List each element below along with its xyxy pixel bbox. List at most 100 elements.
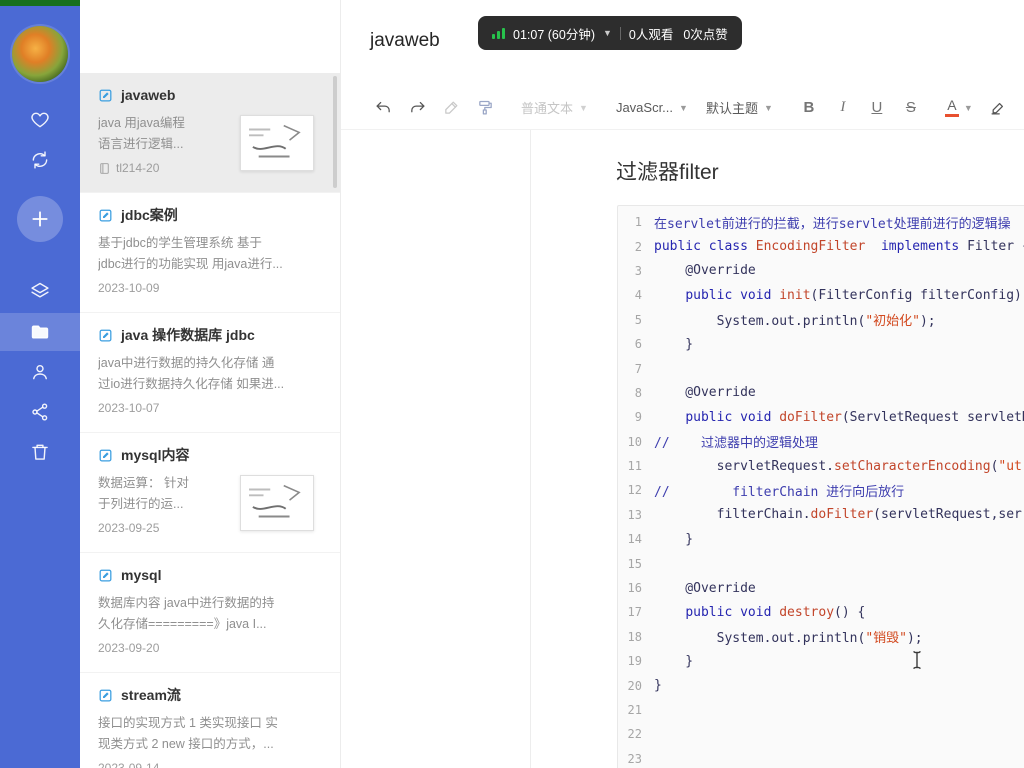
note-title: java 操作数据库 jdbc: [121, 327, 255, 343]
editor-toolbar: 普通文本 ▼ JavaScr... ▼ 默认主题 ▼ B I U S A ▼: [341, 86, 1024, 130]
note-edit-icon: [98, 568, 113, 583]
app-window: javaweb java 用java编程 语言进行逻辑... tl214-20 jdbc…: [0, 0, 1024, 768]
layers-icon[interactable]: [0, 274, 80, 308]
highlighter-icon[interactable]: [987, 96, 1011, 120]
line-number: 15: [627, 556, 642, 571]
note-edit-icon: [98, 688, 113, 703]
code-line: 13 filterChain.doFilter(servletRequest,s…: [618, 503, 1024, 527]
notebook-icon: [98, 162, 111, 175]
chevron-down-icon: ▼: [679, 102, 688, 113]
note-list-item[interactable]: mysql 数据库内容 java中进行数据的持 久化存储=========》java…: [80, 553, 340, 673]
pen-tool-icon[interactable]: [439, 96, 463, 120]
code-line: 10// 过滤器中的逻辑处理: [618, 430, 1024, 454]
code-line: 4 public void init(FilterConfig filterCo…: [618, 283, 1024, 307]
note-list-item[interactable]: stream流 接口的实现方式 1 类实现接口 实现类方式 2 new 接口的方式…: [80, 673, 340, 768]
code-line: 1 在servlet前进行的拦截，进行servlet处理前进行的逻辑操: [618, 210, 1024, 234]
line-number: 22: [627, 727, 642, 742]
avatar[interactable]: [12, 26, 68, 82]
pill-divider: [619, 26, 621, 40]
italic-button[interactable]: I: [831, 96, 855, 120]
line-number: 2: [634, 239, 642, 254]
code-line: 22: [618, 722, 1024, 746]
note-list-item[interactable]: mysql内容 数据运算： 针对 于列进行的运... 2023-09-25: [80, 433, 340, 553]
note-header-title[interactable]: javaweb: [370, 30, 440, 52]
line-number: 7: [634, 361, 642, 376]
note-snippet: java中进行数据的持久化存储 通过io进行数据持久化存储 如果进...: [98, 356, 285, 391]
code-line: 8 @Override: [618, 381, 1024, 405]
live-status-pill[interactable]: 01:07 (60分钟) ▼ 0人观看 0次点赞: [478, 16, 742, 50]
note-list-panel: javaweb java 用java编程 语言进行逻辑... tl214-20 jdbc…: [80, 0, 341, 768]
code-line: 17 public void destroy() {: [618, 600, 1024, 624]
code-line: 6 }: [618, 332, 1024, 356]
note-title: jdbc案例: [121, 207, 178, 223]
chevron-down-icon[interactable]: ▼: [603, 28, 612, 38]
signal-bars-icon: [492, 27, 505, 39]
list-scrollbar[interactable]: [333, 76, 337, 188]
note-list-item[interactable]: javaweb java 用java编程 语言进行逻辑... tl214-20: [80, 73, 340, 193]
line-number: 14: [627, 532, 642, 547]
note-thumbnail: [240, 475, 314, 531]
add-note-button[interactable]: [17, 196, 63, 242]
line-number: 17: [627, 605, 642, 620]
line-number: 19: [627, 654, 642, 669]
note-list: javaweb java 用java编程 语言进行逻辑... tl214-20 jdbc…: [80, 73, 340, 768]
note-snippet: 接口的实现方式 1 类实现接口 实现类方式 2 new 接口的方式，...: [98, 716, 278, 751]
note-edit-icon: [98, 88, 113, 103]
note-list-item[interactable]: java 操作数据库 jdbc java中进行数据的持久化存储 通过io进行数据持…: [80, 313, 340, 433]
chevron-down-icon: ▼: [579, 102, 588, 113]
note-date: 2023-10-09: [98, 281, 160, 295]
note-date: 2023-10-07: [98, 401, 160, 415]
paragraph-style-value: 普通文本: [521, 101, 574, 116]
paragraph-style-select[interactable]: 普通文本 ▼: [521, 98, 588, 117]
redo-button[interactable]: [405, 96, 429, 120]
line-number: 3: [634, 263, 642, 278]
line-number: 12: [627, 483, 642, 498]
line-number: 5: [634, 312, 642, 327]
bold-button[interactable]: B: [797, 96, 821, 120]
strikethrough-button[interactable]: S: [899, 96, 923, 120]
folder-icon[interactable]: [0, 315, 80, 349]
chevron-down-icon: ▼: [963, 102, 973, 113]
font-color-swatch: [944, 114, 959, 117]
code-line: 9 public void doFilter(ServletRequest se…: [618, 405, 1024, 429]
editor-panel: javaweb 普通文本 ▼ JavaScr... ▼ 默认主题 ▼ B I U…: [341, 0, 1024, 768]
code-line: 11 servletRequest.setCharacterEncoding("…: [618, 454, 1024, 478]
code-line: 18 System.out.println("销毁");: [618, 625, 1024, 649]
code-line: 21: [618, 698, 1024, 722]
line-number: 8: [634, 385, 642, 400]
code-line: 5 System.out.println("初始化");: [618, 308, 1024, 332]
line-number: 6: [634, 337, 642, 352]
document-title[interactable]: 过滤器filter: [616, 156, 719, 186]
font-color-letter: A: [947, 97, 957, 113]
code-block-lines: 1 在servlet前进行的拦截，进行servlet处理前进行的逻辑操 2 publi…: [618, 210, 1024, 768]
page-edge-divider: [530, 130, 531, 768]
sync-icon[interactable]: [0, 143, 80, 177]
trash-icon[interactable]: [0, 435, 80, 469]
heart-icon[interactable]: [0, 103, 80, 137]
people-icon[interactable]: [0, 355, 80, 389]
top-green-strip: [0, 0, 80, 6]
line-number: 20: [627, 678, 642, 693]
code-block[interactable]: 1 在servlet前进行的拦截，进行servlet处理前进行的逻辑操 2 publi…: [617, 205, 1024, 768]
line-number: 9: [634, 410, 642, 425]
code-line: 7: [618, 356, 1024, 380]
undo-button[interactable]: [371, 96, 395, 120]
theme-select[interactable]: 默认主题 ▼: [706, 98, 773, 117]
note-title: javaweb: [121, 87, 176, 103]
chevron-down-icon: ▼: [763, 102, 773, 113]
line-number: 16: [627, 581, 642, 596]
code-language-select[interactable]: JavaScr... ▼: [616, 100, 688, 115]
share-icon[interactable]: [0, 395, 80, 429]
line-number: 18: [627, 629, 642, 644]
note-date: 2023-09-14: [98, 761, 160, 768]
viewers-count: 0人观看: [628, 27, 674, 42]
note-list-item[interactable]: jdbc案例 基于jdbc的学生管理系统 基于 jdbc进行的功能实现 用java进…: [80, 193, 340, 313]
note-title: mysql: [121, 567, 162, 583]
underline-button[interactable]: U: [865, 96, 889, 120]
line-number: 1: [634, 215, 642, 230]
code-line: 19 }: [618, 649, 1024, 673]
plus-icon: [32, 211, 48, 227]
format-painter-icon[interactable]: [473, 96, 497, 120]
code-line: 23: [618, 747, 1024, 768]
font-color-button[interactable]: A ▼: [944, 97, 973, 117]
